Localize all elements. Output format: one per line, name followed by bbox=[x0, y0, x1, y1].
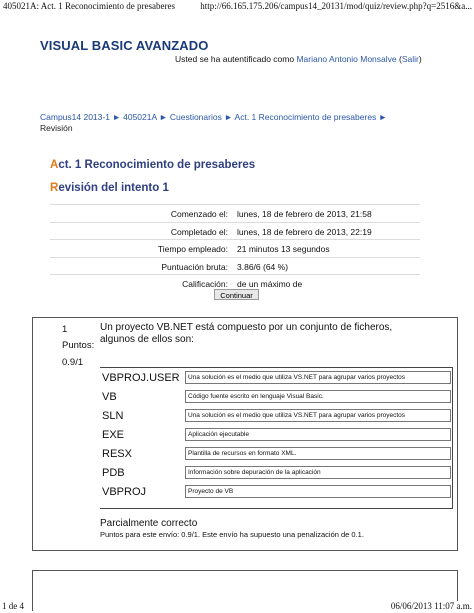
question-points-label: Puntos: bbox=[62, 340, 95, 351]
question-grading-details: Puntos para este envío: 0.9/1. Este enví… bbox=[100, 530, 364, 539]
breadcrumb: Campus14 2013-1 ► 405021A ► Cuestionario… bbox=[40, 112, 440, 134]
summary-row: Comenzado el: lunes, 18 de febrero de 201… bbox=[50, 204, 420, 222]
breadcrumb-link-quizzes[interactable]: Cuestionarios bbox=[170, 112, 222, 122]
breadcrumb-separator-icon: ► bbox=[224, 112, 233, 122]
breadcrumb-link-campus[interactable]: Campus14 2013-1 bbox=[40, 112, 110, 122]
answer-select[interactable]: Información sobre depuración de la aplic… bbox=[185, 466, 451, 479]
answer-term: EXE bbox=[102, 429, 125, 441]
summary-label: Puntuación bruta: bbox=[161, 261, 228, 272]
site-title: VISUAL BASIC AVANZADO bbox=[40, 38, 209, 53]
summary-label: Completado el: bbox=[170, 226, 228, 237]
summary-value: 21 minutos 13 segundos bbox=[237, 244, 330, 254]
answer-select[interactable]: Una solución es el medio que utiliza VS.… bbox=[185, 371, 451, 384]
answer-select[interactable]: Plantilla de recursos en formato XML. bbox=[185, 447, 451, 460]
summary-label: Calificación: bbox=[182, 279, 228, 289]
summary-label: Comenzado el: bbox=[170, 209, 228, 219]
question-number: 1 bbox=[62, 324, 68, 335]
breadcrumb-separator-icon: ► bbox=[112, 112, 121, 122]
print-footer-date: 06/06/2013 11:07 a.m. bbox=[390, 601, 472, 611]
summary-value: lunes, 18 de febrero de 2013, 21:58 bbox=[237, 209, 372, 219]
answer-term: PDB bbox=[102, 467, 125, 479]
summary-value: lunes, 18 de febrero de 2013, 22:19 bbox=[237, 226, 372, 237]
summary-row: Tiempo empleado: 21 minutos 13 segundos bbox=[50, 239, 420, 257]
answer-select[interactable]: Código fuente escrito en lenguaje Visual… bbox=[185, 390, 451, 403]
breadcrumb-separator-icon: ► bbox=[159, 112, 168, 122]
answer-term: SLN bbox=[102, 410, 124, 422]
login-info: Usted se ha autentificado como Mariano A… bbox=[175, 54, 422, 64]
answer-term: VBPROJ bbox=[102, 486, 147, 498]
breadcrumb-link-activity[interactable]: Act. 1 Reconocimiento de presaberes bbox=[235, 112, 377, 122]
answer-term: RESX bbox=[102, 448, 132, 460]
question-points: 0.9/1 bbox=[62, 357, 84, 368]
answer-select[interactable]: Una solución es el medio que utiliza VS.… bbox=[185, 409, 451, 422]
answer-row: RESX Plantilla de recursos en formato XML… bbox=[100, 446, 452, 463]
breadcrumb-current: Revisión bbox=[40, 123, 73, 133]
answer-term: VB bbox=[102, 391, 117, 403]
question-state: Parcialmente correcto bbox=[100, 518, 198, 529]
continue-button[interactable]: Continuar bbox=[214, 289, 259, 300]
print-header-title: 405021A: Act. 1 Reconocimiento de presab… bbox=[3, 1, 175, 11]
activity-heading: Act. 1 Reconocimiento de presaberes bbox=[50, 159, 256, 171]
answer-row: EXE Aplicación ejecutable bbox=[100, 427, 452, 444]
question-text: Un proyecto VB.NET está compuesto por un… bbox=[100, 322, 393, 345]
answer-term: VBPROJ.USER bbox=[102, 372, 180, 384]
answer-row: PDB Información sobre depuración de la ap… bbox=[100, 465, 452, 482]
print-header-url: http://66.165.175.206/campus14_20131/mod… bbox=[200, 1, 472, 11]
matching-answers: VBPROJ.USER Una solución es el medio que … bbox=[100, 367, 453, 509]
breadcrumb-link-course[interactable]: 405021A bbox=[123, 112, 157, 122]
summary-value: 3.86/6 (64 %) bbox=[237, 261, 289, 272]
answer-select[interactable]: Aplicación ejecutable bbox=[185, 428, 451, 441]
print-footer-page: 1 de 4 bbox=[2, 601, 24, 611]
answer-row: VB Código fuente escrito en lenguaje Visu… bbox=[100, 389, 452, 406]
answer-row: VBPROJ Proyecto de VB bbox=[100, 484, 452, 501]
summary-row: Completado el: lunes, 18 de febrero de 20… bbox=[50, 221, 420, 240]
login-prefix: Usted se ha autentificado como bbox=[175, 54, 295, 64]
breadcrumb-separator-icon: ► bbox=[378, 112, 388, 122]
answer-row: SLN Una solución es el medio que utiliza … bbox=[100, 408, 452, 425]
summary-value: de un máximo de bbox=[237, 279, 303, 289]
review-heading: Revisión del intento 1 bbox=[50, 182, 169, 194]
summary-row: Puntuación bruta: 3.86/6 (64 %) bbox=[50, 256, 420, 275]
user-profile-link[interactable]: Mariano Antonio Monsalve bbox=[296, 54, 396, 64]
logout-link[interactable]: Salir bbox=[402, 54, 419, 64]
answer-row: VBPROJ.USER Una solución es el medio que … bbox=[100, 370, 452, 387]
answer-select[interactable]: Proyecto de VB bbox=[185, 485, 451, 498]
summary-label: Tiempo empleado: bbox=[157, 244, 228, 254]
